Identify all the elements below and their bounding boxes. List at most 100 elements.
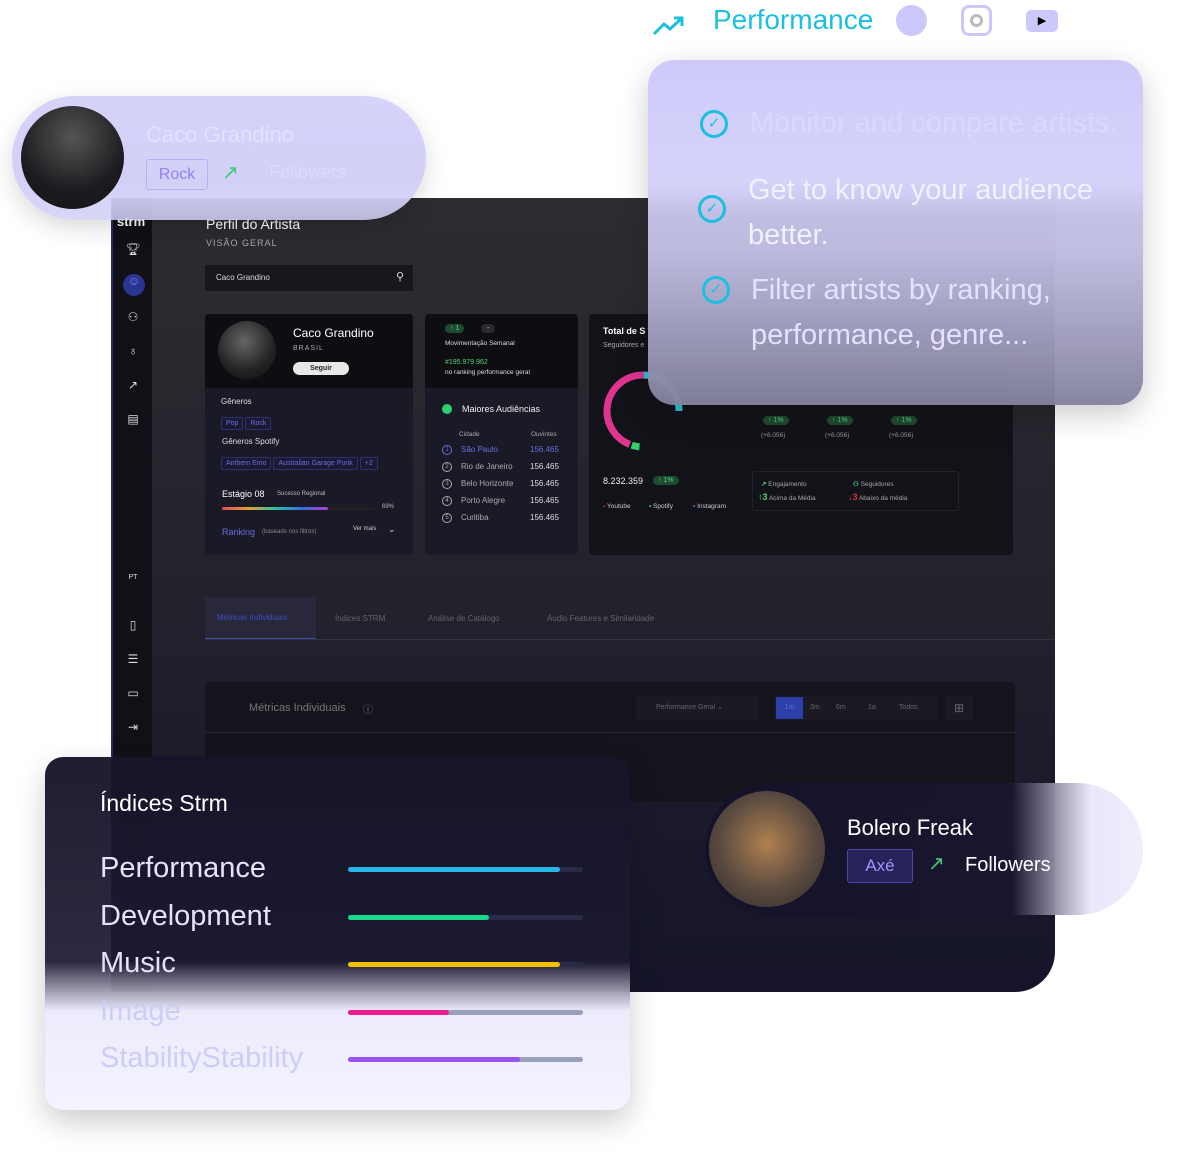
movement-badge: - <box>481 324 496 333</box>
change-badge: ↑ 1% <box>763 416 789 425</box>
users-icon[interactable]: ⚇ <box>123 310 143 324</box>
info-icon[interactable]: ⓘ <box>363 701 373 716</box>
rank-circle: 3 <box>442 479 452 489</box>
file-icon[interactable]: ▤ <box>123 412 143 426</box>
instagram-icon[interactable] <box>961 5 992 36</box>
movement-label: Movimentação Semanal <box>445 340 515 347</box>
stage-progress <box>222 507 375 510</box>
movement-up-badge: ↑ 1 <box>445 324 465 333</box>
genre-badge[interactable]: Rock <box>146 159 208 190</box>
spotify-icon[interactable] <box>896 5 927 36</box>
search-value: Caco Grandino <box>216 273 270 282</box>
index-label: Image <box>100 994 181 1027</box>
search-icon[interactable]: ⚲ <box>396 270 404 283</box>
stage-label: Estágio 08 <box>222 489 265 499</box>
legend-spotify: • Spotify <box>649 503 673 510</box>
spotify-genre-chip[interactable]: Australian Garage Punk <box>273 457 358 470</box>
index-bar <box>348 914 583 920</box>
range-3m[interactable]: 3m <box>810 696 820 720</box>
top-title: Performance <box>713 4 874 35</box>
artist-pill-bolero: Bolero Freak Axé ↗ Followers <box>705 783 1143 915</box>
grid-view-icon[interactable]: ⊞ <box>945 696 973 720</box>
indices-title: Índices Strm <box>100 790 228 816</box>
document-icon[interactable]: ▯ <box>123 618 143 632</box>
spotify-genre-chip[interactable]: Anthem Emo <box>221 457 272 470</box>
movement-up: 1 <box>455 325 460 332</box>
video-icon[interactable]: ▭ <box>123 686 143 700</box>
tab-individual-metrics[interactable]: Métricas Individuais <box>217 613 287 622</box>
city-name: Porto Alegre <box>461 496 506 505</box>
tab-audio-features[interactable]: Áudio Features e Similaridade <box>547 614 654 623</box>
genre-chip[interactable]: Pop <box>221 417 244 430</box>
listeners-count: 156.465 <box>530 513 559 522</box>
youtube-icon[interactable]: ▶ <box>1026 10 1058 32</box>
spotify-genres-label: Gêneros Spotify <box>222 437 280 446</box>
index-bar-fill <box>348 867 560 872</box>
index-bar-fill <box>348 914 489 920</box>
index-bar <box>348 867 583 872</box>
check-icon: ✓ <box>702 276 730 304</box>
feature-item: Get to know your audience better. <box>748 174 1093 251</box>
genre-badge[interactable]: Axé <box>847 849 913 883</box>
trending-up-icon: ↗ <box>222 162 239 184</box>
range-1m[interactable]: 1m <box>776 697 803 719</box>
more-genres-chip[interactable]: +2 <box>359 457 378 470</box>
audience-title: Maiores Audiências <box>462 404 541 414</box>
spotify-icon <box>442 404 452 414</box>
language-select[interactable]: PT <box>123 574 143 581</box>
stage-desc: Sucesso Regional <box>277 491 326 497</box>
tab-strm-indices[interactable]: Índices STRM <box>335 614 385 623</box>
legend-label: Spotify <box>653 503 673 510</box>
index-bar <box>348 962 583 967</box>
search-input[interactable]: Caco Grandino ⚲ <box>205 265 413 291</box>
logout-icon[interactable]: ⇥ <box>123 720 143 734</box>
range-all[interactable]: Todos <box>899 696 918 720</box>
tab-catalog-analysis[interactable]: Análise de Catálogo <box>428 614 500 623</box>
city-name: Rio de Janeiro <box>461 462 513 471</box>
indices-card: Índices Strm Performance Development Music… <box>45 757 630 1110</box>
legend-instagram: • Instagram <box>693 503 726 510</box>
see-more-button[interactable]: Ver mais <box>353 526 376 532</box>
server-icon[interactable]: ☰ <box>123 652 143 666</box>
index-label: Performance <box>100 852 267 884</box>
performance-select[interactable]: Performance Geral ⌄ <box>636 696 759 720</box>
city-name: Curitiba <box>461 513 489 522</box>
range-6m[interactable]: 6m <box>836 696 846 720</box>
follow-button[interactable]: Seguir <box>293 362 349 375</box>
trend-icon[interactable]: ↗ <box>123 378 143 392</box>
city-name: São Paulo <box>461 445 498 454</box>
change-badge: ↑ 1% <box>891 416 917 425</box>
chevron-down-icon[interactable]: ⌄ <box>388 524 396 535</box>
change-badge: ↑ 1% <box>827 416 853 425</box>
page-subtitle: VISÃO GERAL <box>206 238 278 248</box>
totals-subtitle: Seguidores e <box>603 342 645 349</box>
legend-youtube: • Youtube <box>603 503 631 510</box>
city-name: Belo Horizonte <box>461 479 514 488</box>
change-pct: 1% <box>773 417 784 424</box>
ranking-link[interactable]: Ranking <box>222 527 255 537</box>
range-1a[interactable]: 1a <box>868 696 876 720</box>
trophy-icon[interactable]: 🏆︎ <box>123 242 143 256</box>
metric-label: Followers <box>965 854 1051 876</box>
change-pct: 1% <box>901 417 912 424</box>
totals-value: 8.232.359 <box>603 476 644 486</box>
totals-delta-value: 1% <box>663 477 674 484</box>
artist-avatar <box>709 791 825 907</box>
index-label: Development <box>100 899 271 932</box>
engagement-label: Engajamento <box>768 481 807 488</box>
trending-up-icon: ↗ <box>928 853 945 875</box>
artist-avatar <box>21 106 124 209</box>
above-label: Acima da Média <box>768 495 816 502</box>
metrics-title: Métricas Individuais <box>249 702 346 714</box>
col-city: Cidade <box>459 431 480 438</box>
user-icon[interactable]: ☺︎ <box>123 274 145 296</box>
award-icon[interactable]: ♁ <box>123 344 143 358</box>
rank-circle: 4 <box>442 496 452 506</box>
stage-percent: 69% <box>382 504 395 510</box>
artist-name: Caco Grandino <box>293 326 374 340</box>
audience-card: ↑ 1 - Movimentação Semanal #195.979.962 … <box>425 314 578 555</box>
artist-country: BRASIL <box>293 345 324 352</box>
artist-name: Caco Grandino <box>146 122 294 147</box>
genre-chip[interactable]: Rock <box>245 417 272 430</box>
top-bar: Performance ▶ <box>650 4 1070 40</box>
